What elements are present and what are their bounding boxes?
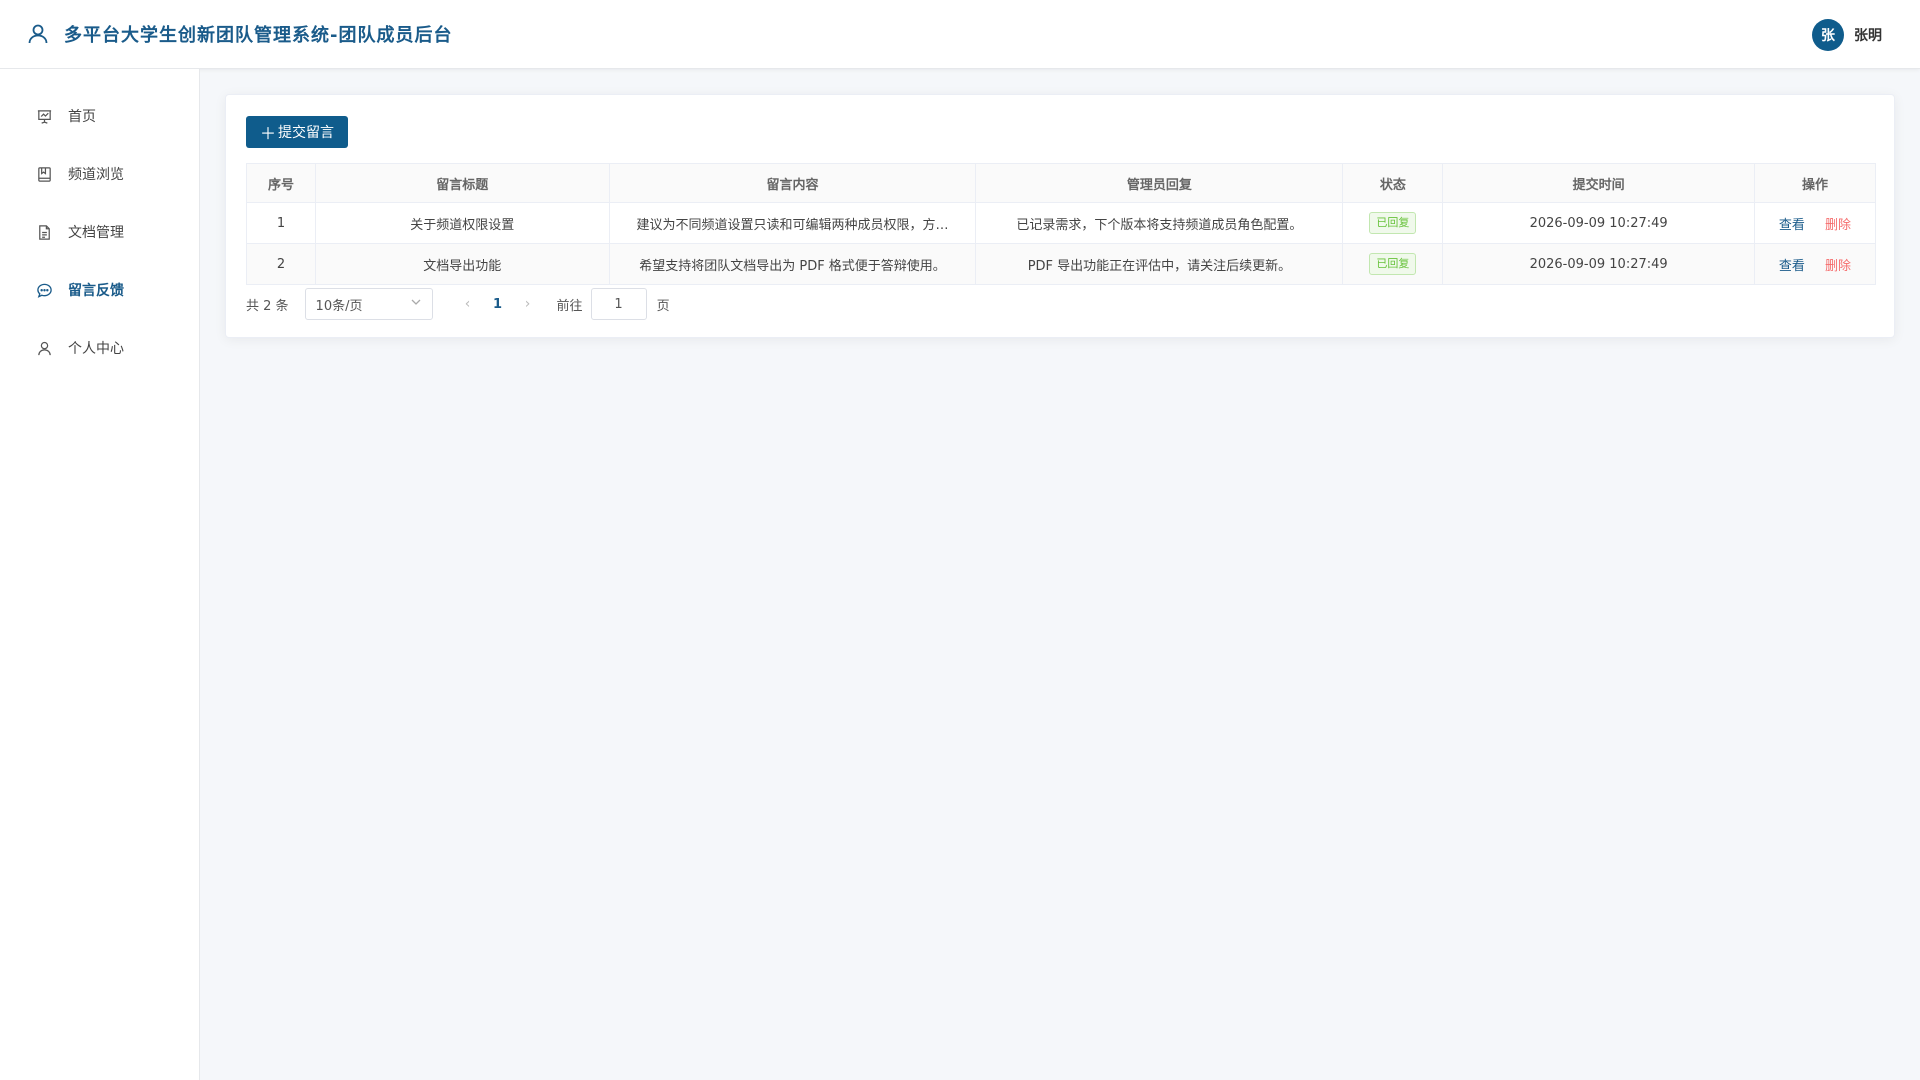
cell-time: 2026-09-09 10:27:49: [1442, 202, 1755, 244]
sidebar-item-home[interactable]: 首页: [0, 87, 199, 145]
sidebar-item-label: 频道浏览: [68, 167, 124, 183]
feedback-panel: ＋ 提交留言 序号 留言标题 留言内容 管理员回复 状态 提交时间 操作 1 关…: [225, 94, 1895, 338]
sidebar-item-label: 个人中心: [68, 341, 124, 357]
cell-status: 已回复: [1342, 202, 1444, 244]
sidebar-item-label: 首页: [68, 109, 96, 125]
chevron-down-icon: [410, 296, 422, 312]
goto-label: 前往: [556, 298, 583, 314]
cell-index: 1: [246, 202, 316, 244]
user-outline-icon: [26, 21, 52, 47]
prev-page-button[interactable]: ‹: [453, 296, 483, 312]
delete-link[interactable]: 删除: [1825, 218, 1851, 233]
cell-actions: 查看 删除: [1753, 202, 1877, 244]
submit-feedback-button[interactable]: ＋ 提交留言: [246, 116, 348, 148]
sidebar-item-channels[interactable]: 频道浏览: [0, 145, 199, 203]
goto-suffix: 页: [656, 298, 670, 314]
sidebar-item-documents[interactable]: 文档管理: [0, 203, 199, 261]
table-row: 1 关于频道权限设置 建议为不同频道设置只读和可编辑两种成员权限，方… 已记录需…: [246, 202, 1877, 244]
goto-page-input[interactable]: [590, 288, 647, 320]
chat-icon: [35, 281, 53, 299]
column-header-actions: 操作: [1753, 163, 1877, 203]
column-header-content: 留言内容: [608, 163, 977, 203]
book-icon: [35, 165, 53, 183]
cell-content: 建议为不同频道设置只读和可编辑两种成员权限，方…: [608, 202, 977, 244]
sidebar-item-feedback[interactable]: 留言反馈: [0, 261, 199, 319]
table-row: 2 文档导出功能 希望支持将团队文档导出为 PDF 格式便于答辩使用。 PDF …: [246, 243, 1877, 285]
cell-reply: PDF 导出功能正在评估中，请关注后续更新。: [975, 243, 1344, 285]
column-header-status: 状态: [1342, 163, 1444, 203]
document-icon: [35, 223, 53, 241]
avatar[interactable]: 张: [1812, 18, 1844, 51]
table-header-row: 序号 留言标题 留言内容 管理员回复 状态 提交时间 操作: [246, 163, 1877, 203]
column-header-time: 提交时间: [1442, 163, 1755, 203]
user-menu[interactable]: 张 张明: [1812, 0, 1882, 69]
sidebar-item-label: 文档管理: [68, 225, 124, 241]
column-header-title: 留言标题: [314, 163, 610, 203]
next-page-button[interactable]: ›: [513, 296, 543, 312]
sidebar-item-profile[interactable]: 个人中心: [0, 319, 199, 377]
status-badge: 已回复: [1369, 253, 1417, 275]
status-badge: 已回复: [1369, 212, 1417, 234]
pagination: 共 2 条 10条/页 ‹ 1 › 前往 页: [246, 287, 670, 321]
view-link[interactable]: 查看: [1779, 259, 1805, 274]
page-size-value: 10条/页: [315, 298, 363, 314]
page-size-select[interactable]: 10条/页: [304, 288, 433, 320]
column-header-index: 序号: [246, 163, 316, 203]
submit-feedback-label: 提交留言: [278, 125, 334, 141]
delete-link[interactable]: 删除: [1825, 259, 1851, 274]
top-header: 多平台大学生创新团队管理系统-团队成员后台 张 张明: [0, 0, 1920, 69]
feedback-table: 序号 留言标题 留言内容 管理员回复 状态 提交时间 操作 1 关于频道权限设置…: [246, 163, 1877, 285]
cell-title: 文档导出功能: [314, 243, 610, 285]
cell-index: 2: [246, 243, 316, 285]
plus-icon: ＋: [259, 124, 276, 143]
sidebar: 首页 频道浏览 文档管理 留言反馈 个人中心: [0, 69, 200, 1080]
cell-actions: 查看 删除: [1753, 243, 1877, 285]
app-title: 多平台大学生创新团队管理系统-团队成员后台: [64, 25, 453, 46]
user-name[interactable]: 张明: [1854, 25, 1882, 45]
cell-reply: 已记录需求，下个版本将支持频道成员角色配置。: [975, 202, 1344, 244]
view-link[interactable]: 查看: [1779, 218, 1805, 233]
pagination-total: 共 2 条: [246, 298, 289, 314]
user-icon: [35, 339, 53, 357]
sidebar-item-label: 留言反馈: [68, 283, 124, 299]
cell-time: 2026-09-09 10:27:49: [1442, 243, 1755, 285]
presentation-icon: [35, 107, 53, 125]
column-header-reply: 管理员回复: [975, 163, 1344, 203]
cell-status: 已回复: [1342, 243, 1444, 285]
page-number-current[interactable]: 1: [483, 297, 513, 312]
cell-title: 关于频道权限设置: [314, 202, 610, 244]
cell-content: 希望支持将团队文档导出为 PDF 格式便于答辩使用。: [608, 243, 977, 285]
